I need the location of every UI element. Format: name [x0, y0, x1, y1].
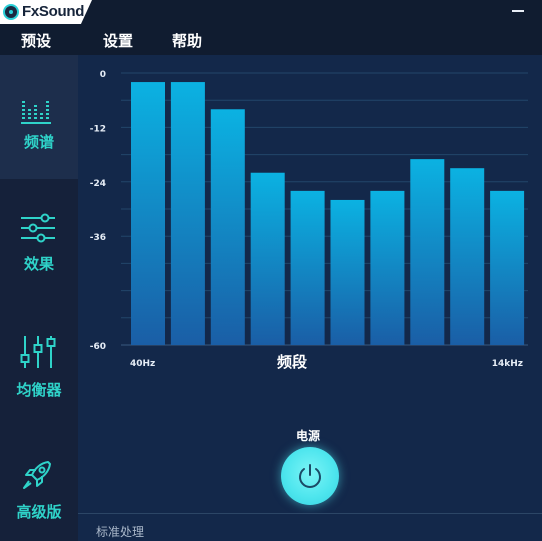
spectrum-bar	[490, 190, 525, 345]
spectrum-bar	[210, 109, 245, 345]
spectrum-bar	[250, 172, 285, 345]
spectrum-bar	[370, 190, 405, 345]
spectrum-bar	[131, 82, 165, 346]
app-logo-text: FxSound	[22, 3, 85, 20]
app-logo: FxSound	[0, 0, 92, 24]
y-tick-label: -36	[90, 233, 106, 243]
x-tick-label-start: 40Hz	[130, 359, 155, 369]
y-tick-label: -12	[90, 124, 106, 134]
sidebar: 频谱 效果 均衡器 高级版	[0, 55, 78, 541]
spectrum-bar	[170, 82, 205, 346]
sidebar-item-effects[interactable]: 效果	[0, 193, 78, 293]
spectrum-bar	[410, 159, 445, 345]
main-panel: 0 -12 -24 -36 -60 40Hz 14kHz 频段 电源	[78, 55, 542, 541]
equalizer-icon	[20, 336, 56, 368]
status-text: 标准处理	[96, 525, 145, 539]
fxsound-logo-icon	[3, 4, 19, 20]
spectrum-icon	[21, 101, 51, 124]
menu-settings[interactable]: 设置	[103, 30, 133, 51]
sidebar-item-label: 均衡器	[16, 381, 62, 399]
power-label: 电源	[296, 429, 321, 443]
power-button[interactable]	[281, 447, 339, 505]
spectrum-bar	[450, 168, 485, 345]
x-axis-title: 频段	[277, 353, 308, 371]
x-tick-label-end: 14kHz	[492, 359, 523, 369]
spectrum-bar	[330, 199, 365, 345]
menu-bar: 预设 设置 帮助	[0, 27, 542, 55]
title-bar: FxSound	[0, 0, 542, 27]
sidebar-item-label: 效果	[23, 255, 54, 273]
spectrum-chart: 0 -12 -24 -36 -60 40Hz 14kHz	[90, 70, 528, 369]
y-tick-label: 0	[100, 70, 106, 80]
sidebar-item-premium[interactable]: 高级版	[0, 443, 78, 541]
rocket-icon	[23, 461, 51, 489]
y-tick-label: -24	[90, 179, 106, 189]
effects-sliders-icon	[21, 213, 55, 243]
sidebar-item-spectrum[interactable]: 频谱	[0, 55, 78, 179]
power-icon	[299, 464, 321, 488]
sidebar-item-label: 频谱	[23, 133, 54, 151]
menu-help[interactable]: 帮助	[172, 30, 202, 51]
menu-presets[interactable]: 预设	[21, 30, 51, 51]
status-bar: 标准处理	[78, 513, 542, 541]
sidebar-item-equalizer[interactable]: 均衡器	[0, 317, 78, 417]
minimize-button[interactable]	[512, 10, 524, 12]
sidebar-item-label: 高级版	[16, 503, 62, 521]
y-tick-label: -60	[90, 342, 106, 352]
spectrum-bar	[290, 190, 325, 345]
